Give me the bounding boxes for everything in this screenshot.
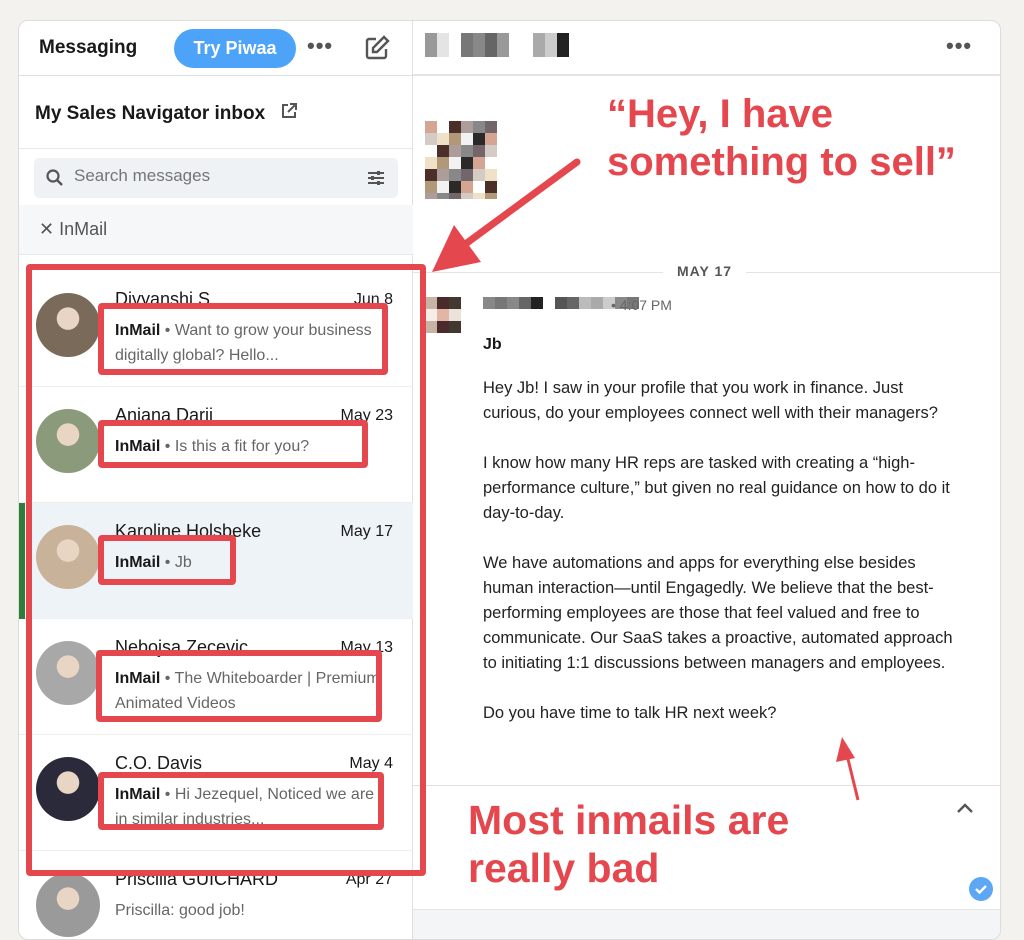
arrow-to-list [432, 158, 581, 272]
arrow-to-message [836, 737, 860, 801]
annotation-arrows [432, 158, 860, 801]
